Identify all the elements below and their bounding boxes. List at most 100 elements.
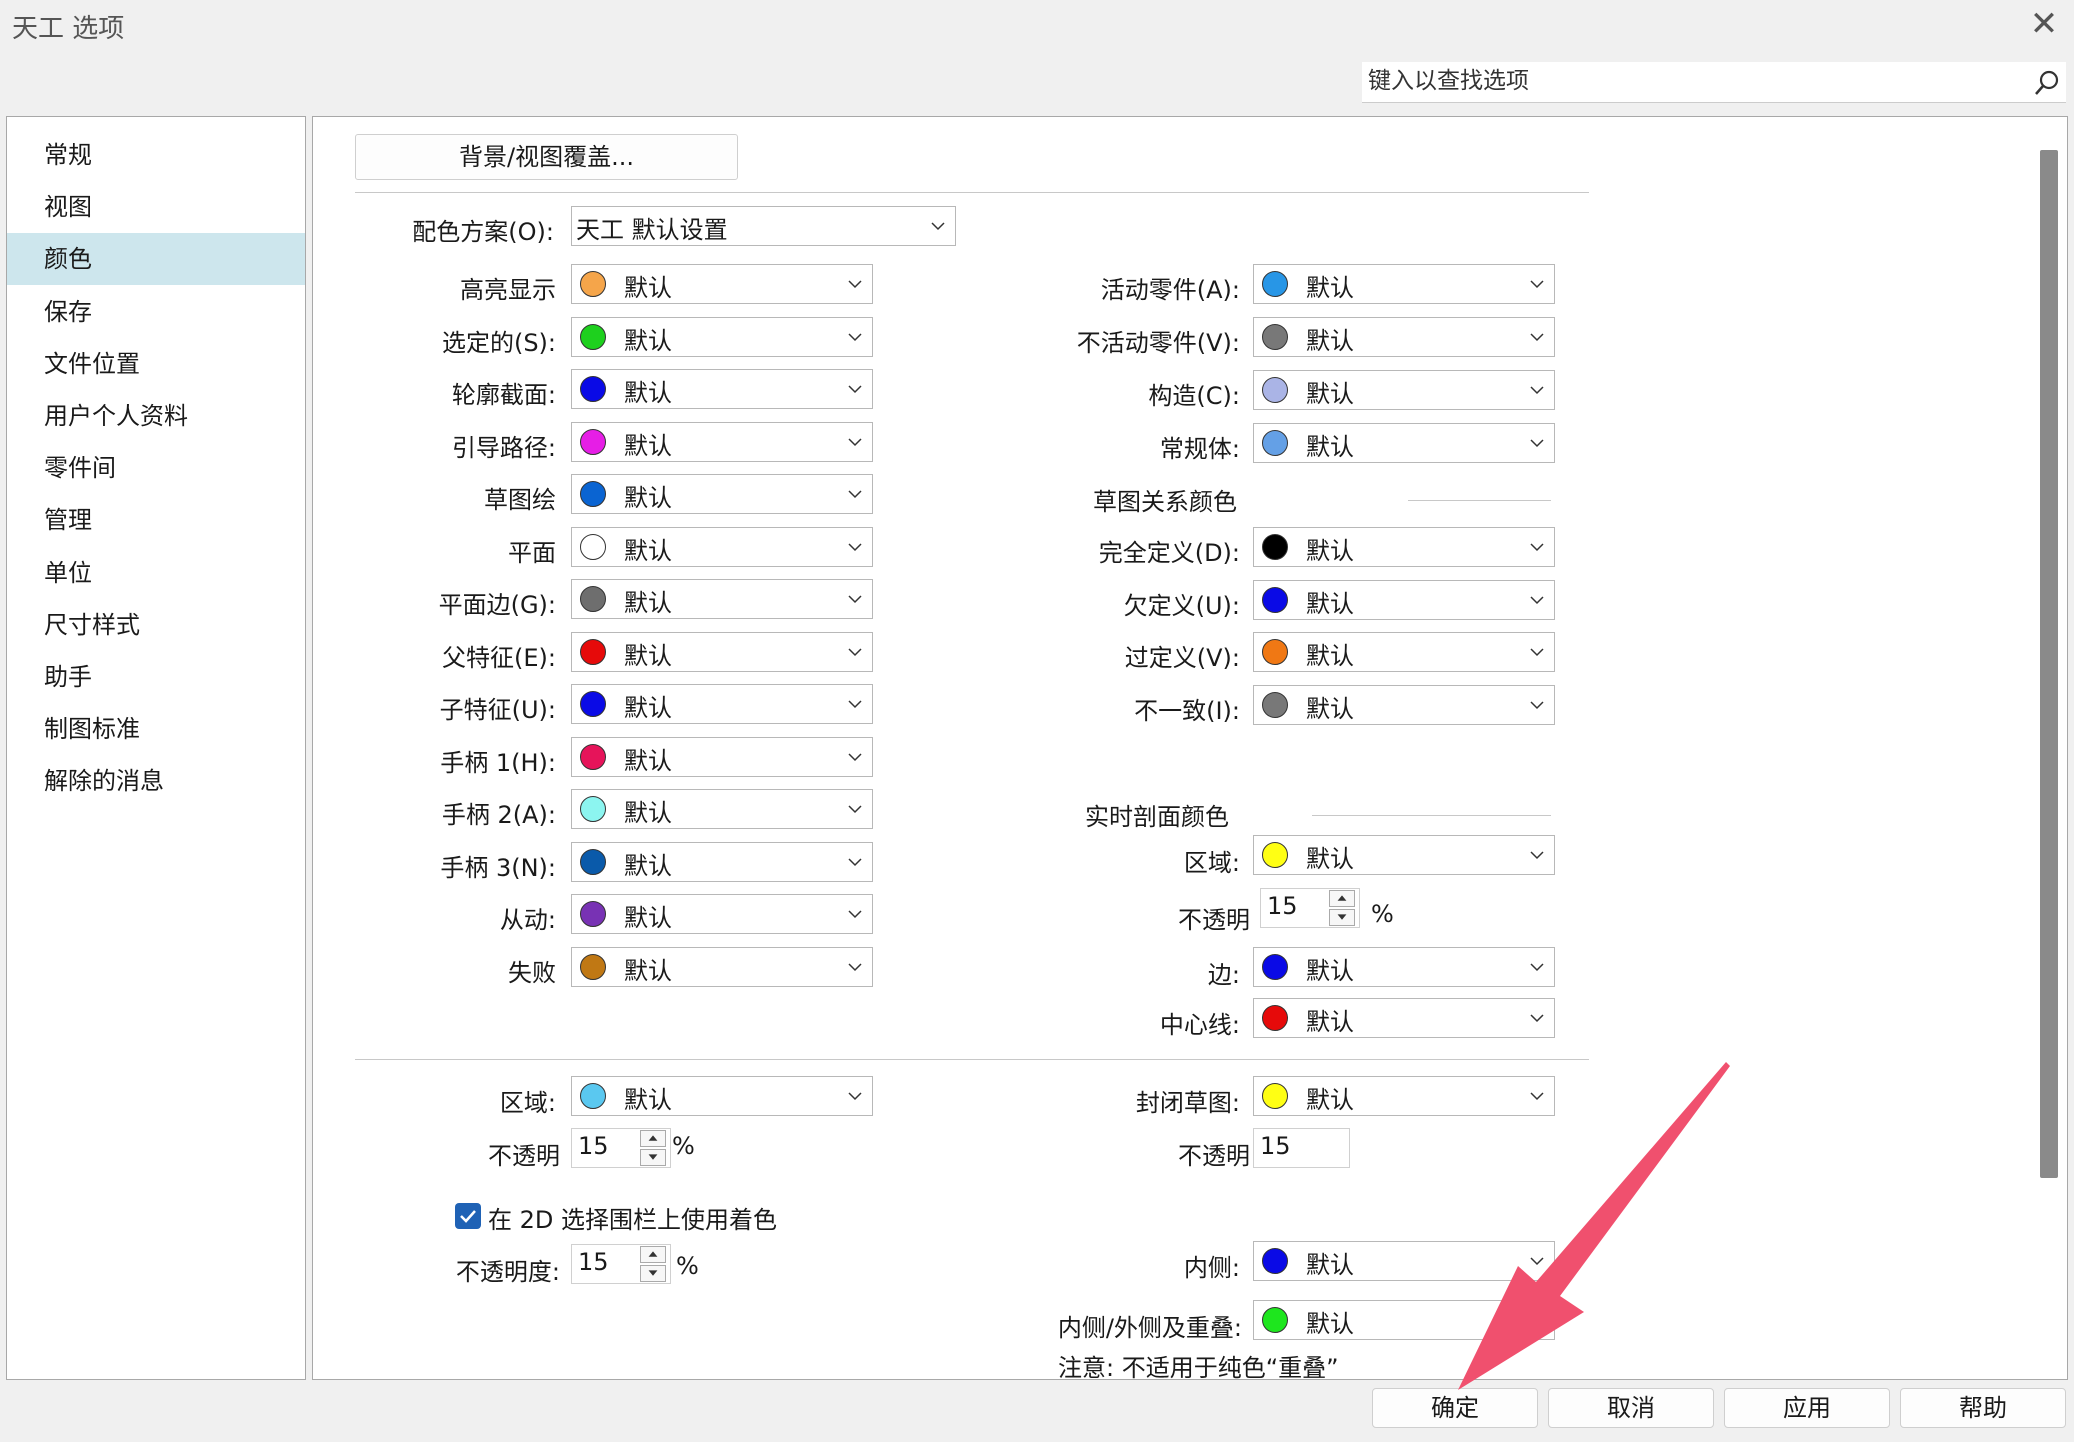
color-row-dropdown[interactable]: 默认 — [571, 316, 873, 357]
color-row-dropdown[interactable]: 默认 — [571, 526, 873, 567]
close-icon[interactable]: ✕ — [2024, 4, 2064, 44]
color-swatch — [1262, 271, 1288, 297]
part-color-row-label: 活动零件(A): — [1100, 276, 1240, 304]
color-swatch — [580, 796, 606, 822]
shading-checkbox[interactable] — [455, 1203, 481, 1229]
color-swatch — [580, 323, 606, 350]
divider — [355, 192, 1589, 193]
closed-opacity-field[interactable]: 15 — [1253, 1128, 1350, 1168]
sketch-color-row-dropdown[interactable]: 默认 — [1253, 684, 1555, 725]
search-input[interactable] — [1368, 64, 2008, 98]
color-row-dropdown[interactable]: 默认 — [571, 421, 873, 462]
sidebar-item[interactable]: 零件间 — [7, 442, 305, 494]
part-color-row-dropdown[interactable]: 默认 — [1253, 317, 1555, 357]
scrollbar-thumb[interactable] — [2040, 150, 2058, 1178]
chevron-down-icon — [1530, 439, 1544, 448]
sidebar-item[interactable]: 保存 — [7, 286, 305, 338]
live-edge-label: 边: — [1207, 961, 1240, 989]
color-row-label: 从动: — [499, 906, 556, 934]
color-row-label: 平面边(G): — [438, 591, 556, 619]
region-label: 区域: — [499, 1089, 556, 1117]
color-row-dropdown[interactable]: 默认 — [571, 631, 873, 672]
sidebar-item[interactable]: 单位 — [7, 547, 305, 599]
live-opacity-stepper[interactable]: 15 — [1260, 888, 1360, 928]
dropdown-value: 默认 — [624, 536, 672, 565]
color-swatch — [580, 428, 606, 455]
stepper-down[interactable] — [1329, 909, 1355, 926]
stepper-down[interactable] — [640, 1149, 666, 1166]
part-color-row-dropdown[interactable]: 默认 — [1253, 370, 1555, 410]
stepper-value: 15 — [1267, 892, 1298, 920]
dropdown-value: 默认 — [624, 431, 672, 460]
region-opacity-label: 不透明 — [488, 1142, 560, 1170]
live-centerline-label: 中心线: — [1159, 1011, 1240, 1039]
sketch-color-row-dropdown[interactable]: 默认 — [1253, 579, 1555, 620]
color-row-dropdown[interactable]: 默认 — [571, 894, 873, 934]
color-row-dropdown[interactable]: 默认 — [571, 474, 873, 514]
sidebar-item[interactable]: 颜色 — [7, 233, 305, 286]
color-swatch — [1262, 430, 1288, 456]
sidebar-item[interactable]: 常规 — [7, 129, 305, 181]
sidebar-item[interactable]: 用户个人资料 — [7, 390, 305, 442]
dropdown-value: 默认 — [1306, 589, 1354, 618]
sidebar-item[interactable]: 解除的消息 — [7, 755, 305, 807]
chevron-down-icon — [1530, 386, 1544, 395]
color-row-dropdown[interactable]: 默认 — [571, 579, 873, 619]
color-row-dropdown[interactable]: 默认 — [571, 736, 873, 777]
dropdown-value: 默认 — [624, 746, 672, 775]
scheme-label: 配色方案(O): — [412, 218, 554, 246]
color-row-label: 手柄 1(H): — [440, 748, 556, 777]
chevron-down-icon — [848, 805, 862, 814]
percent-unit: % — [676, 1252, 699, 1280]
scheme-dropdown[interactable]: 天工 默认设置 — [571, 206, 956, 246]
help-button[interactable]: 帮助 — [1900, 1388, 2066, 1428]
apply-button[interactable]: 应用 — [1724, 1388, 1890, 1428]
background-view-override-button[interactable]: 背景/视图覆盖... — [355, 134, 738, 180]
scheme-value: 天工 默认设置 — [576, 216, 728, 244]
chevron-down-icon — [848, 647, 862, 656]
closed-opacity-label: 不透明 — [1178, 1142, 1250, 1170]
color-row-dropdown[interactable]: 默认 — [571, 946, 873, 987]
search-icon[interactable] — [2032, 68, 2062, 98]
live-region-dropdown[interactable]: 默认 — [1253, 835, 1555, 875]
region-opacity-stepper[interactable]: 15 — [571, 1128, 671, 1168]
sketch-color-row-dropdown[interactable]: 默认 — [1253, 527, 1555, 567]
stepper-down[interactable] — [640, 1265, 666, 1282]
live-centerline-dropdown[interactable]: 默认 — [1253, 998, 1555, 1038]
color-row-dropdown[interactable]: 默认 — [571, 369, 873, 409]
color-row-dropdown[interactable]: 默认 — [571, 841, 873, 882]
stepper-value: 15 — [578, 1248, 609, 1276]
chevron-down-icon — [1530, 700, 1544, 709]
sidebar-item[interactable]: 视图 — [7, 181, 305, 233]
sidebar-item[interactable]: 尺寸样式 — [7, 599, 305, 651]
dropdown-value: 默认 — [624, 274, 672, 302]
dropdown-value: 默认 — [624, 484, 672, 512]
color-row-label: 手柄 3(N): — [440, 853, 556, 882]
part-color-row-label: 构造(C): — [1148, 382, 1240, 410]
color-row-dropdown[interactable]: 默认 — [571, 264, 873, 304]
sidebar-item[interactable]: 管理 — [7, 494, 305, 546]
fence-opacity-stepper[interactable]: 15 — [571, 1244, 671, 1284]
color-row-label: 父特征(E): — [442, 643, 556, 672]
color-swatch — [1262, 639, 1288, 665]
closed-sketch-label: 封闭草图: — [1135, 1089, 1240, 1117]
live-edge-dropdown[interactable]: 默认 — [1253, 947, 1555, 987]
sidebar-item[interactable]: 制图标准 — [7, 703, 305, 755]
stepper-up[interactable] — [640, 1246, 666, 1263]
color-row-dropdown[interactable]: 默认 — [571, 789, 873, 829]
sidebar-item[interactable]: 助手 — [7, 651, 305, 703]
color-swatch — [580, 691, 606, 717]
region-dropdown[interactable]: 默认 — [571, 1076, 873, 1116]
color-swatch — [580, 533, 606, 560]
fence-opacity-label: 不透明度: — [455, 1258, 560, 1286]
sketch-color-row-dropdown[interactable]: 默认 — [1253, 632, 1555, 672]
chevron-down-icon — [1530, 333, 1544, 342]
search-box[interactable] — [1362, 62, 2066, 103]
stepper-up[interactable] — [1329, 890, 1355, 907]
sidebar-item[interactable]: 文件位置 — [7, 338, 305, 390]
part-color-row-dropdown[interactable]: 默认 — [1253, 264, 1555, 304]
color-row-dropdown[interactable]: 默认 — [571, 684, 873, 724]
color-swatch — [1262, 691, 1288, 718]
part-color-row-dropdown[interactable]: 默认 — [1253, 423, 1555, 463]
stepper-up[interactable] — [640, 1130, 666, 1147]
